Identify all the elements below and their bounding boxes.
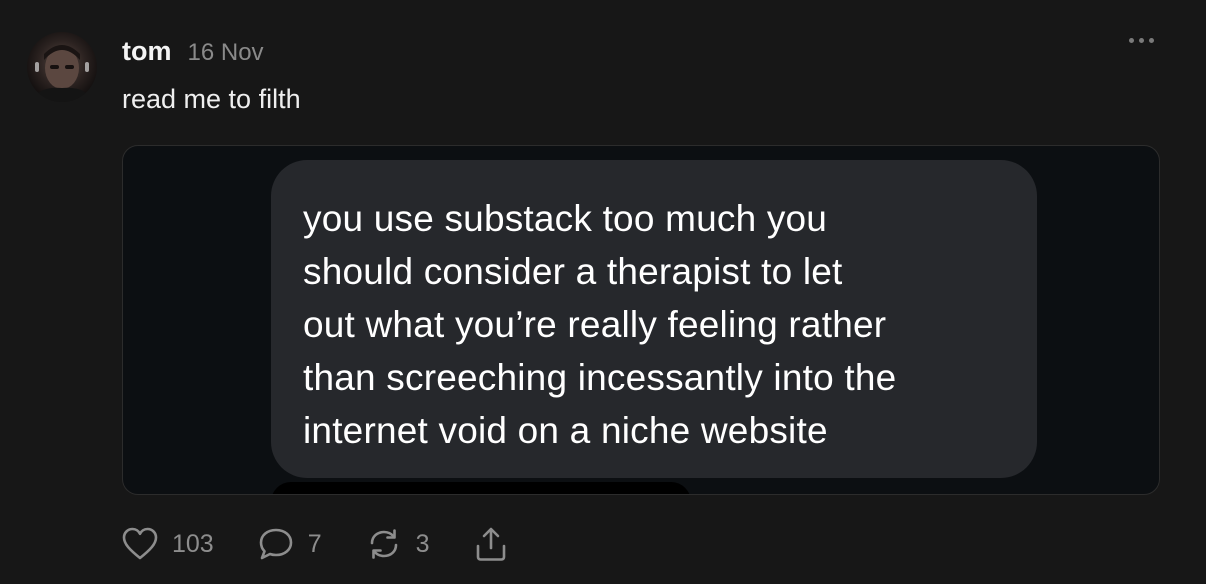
embedded-image[interactable]: you use substack too much you should con… — [122, 145, 1160, 495]
share-icon — [476, 527, 505, 561]
more-dot — [1129, 38, 1134, 43]
message-line: out what you’re really feeling rather — [303, 304, 887, 345]
post-text: read me to filth — [122, 84, 301, 114]
avatar[interactable] — [27, 32, 97, 102]
comment-bubble-icon — [259, 528, 293, 560]
post-header: tom 16 Nov — [122, 36, 264, 67]
like-button[interactable]: 103 — [122, 527, 214, 561]
heart-icon — [122, 527, 158, 560]
action-bar: 103 7 3 — [122, 526, 552, 562]
comment-count: 7 — [307, 529, 322, 558]
message-line: than screeching incessantly into the — [303, 357, 897, 398]
restack-count: 3 — [415, 529, 430, 558]
comment-button[interactable]: 7 — [258, 527, 322, 561]
message-line: should consider a therapist to let — [303, 251, 843, 292]
message-line: internet void on a niche website — [303, 410, 828, 451]
restack-icon — [370, 529, 397, 559]
message-text: you use substack too much you should con… — [303, 192, 1007, 457]
message-line: you use substack too much you — [303, 198, 828, 239]
next-message-bubble — [271, 482, 691, 494]
avatar-photo — [33, 45, 91, 102]
share-button[interactable] — [474, 526, 508, 562]
more-dot — [1139, 38, 1144, 43]
like-count: 103 — [172, 529, 214, 558]
post-date[interactable]: 16 Nov — [188, 39, 264, 67]
more-dots-icon[interactable] — [1129, 38, 1154, 43]
more-dot — [1149, 38, 1154, 43]
message-bubble: you use substack too much you should con… — [271, 160, 1037, 478]
author-name[interactable]: tom — [122, 36, 172, 67]
restack-button[interactable]: 3 — [366, 527, 430, 561]
